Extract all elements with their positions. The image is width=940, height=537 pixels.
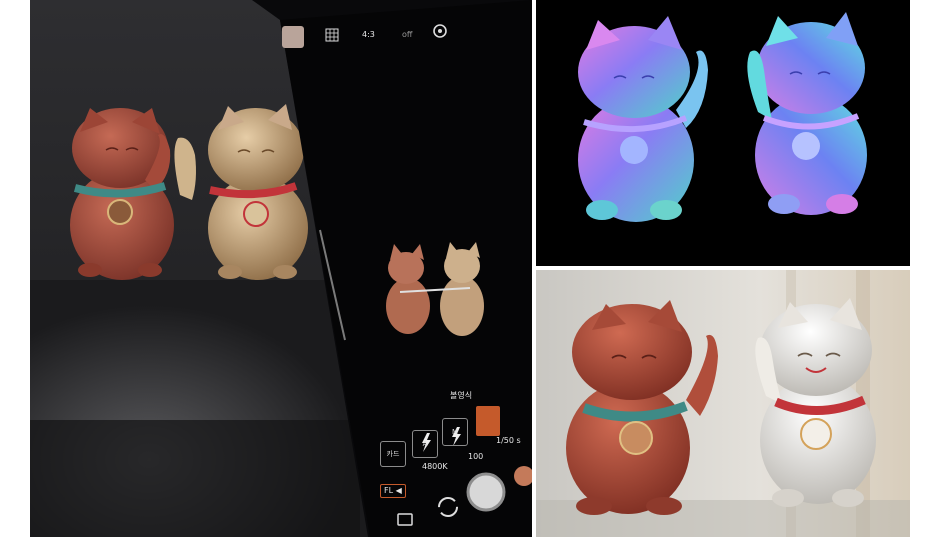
focus-label: FL ◀ bbox=[384, 486, 402, 495]
figure: 4:3 off 볼영식 카드 A M 4800K 100 1/50 s FL ◀ bbox=[0, 0, 940, 537]
photo-mode-button[interactable]: 카드 bbox=[380, 441, 406, 467]
aspect-ratio-label[interactable]: 4:3 bbox=[362, 30, 375, 40]
setup-photo-panel: 4:3 off 볼영식 카드 A M 4800K 100 1/50 s FL ◀ bbox=[30, 0, 532, 537]
flash-auto-button[interactable]: A bbox=[412, 430, 438, 458]
flash-auto-label: A bbox=[422, 440, 428, 448]
normal-map-cat-right bbox=[747, 12, 867, 215]
mode-label: 볼영식 bbox=[450, 391, 473, 400]
photo-mode-label: 카드 bbox=[386, 450, 400, 458]
setup-photo bbox=[30, 0, 532, 537]
normal-map-panel bbox=[536, 0, 910, 266]
shutter-speed-value[interactable]: 1/50 s bbox=[496, 436, 521, 446]
white-balance-value[interactable]: 4800K bbox=[422, 462, 448, 472]
relit-render bbox=[536, 270, 910, 537]
active-mode-button[interactable] bbox=[476, 406, 500, 436]
focus-button[interactable]: FL ◀ bbox=[380, 484, 406, 498]
timer-label[interactable]: off bbox=[402, 30, 412, 40]
normal-map-cat-left bbox=[578, 16, 708, 222]
flash-manual-button[interactable]: M bbox=[442, 418, 468, 446]
gallery-thumbnail-icon[interactable] bbox=[282, 26, 304, 48]
relit-render-panel bbox=[536, 270, 910, 537]
normal-map-render bbox=[578, 12, 867, 222]
flash-manual-label: M bbox=[451, 428, 459, 436]
iso-value[interactable]: 100 bbox=[468, 452, 483, 462]
white-cat-render bbox=[755, 298, 876, 507]
shutter-button[interactable] bbox=[466, 472, 506, 512]
